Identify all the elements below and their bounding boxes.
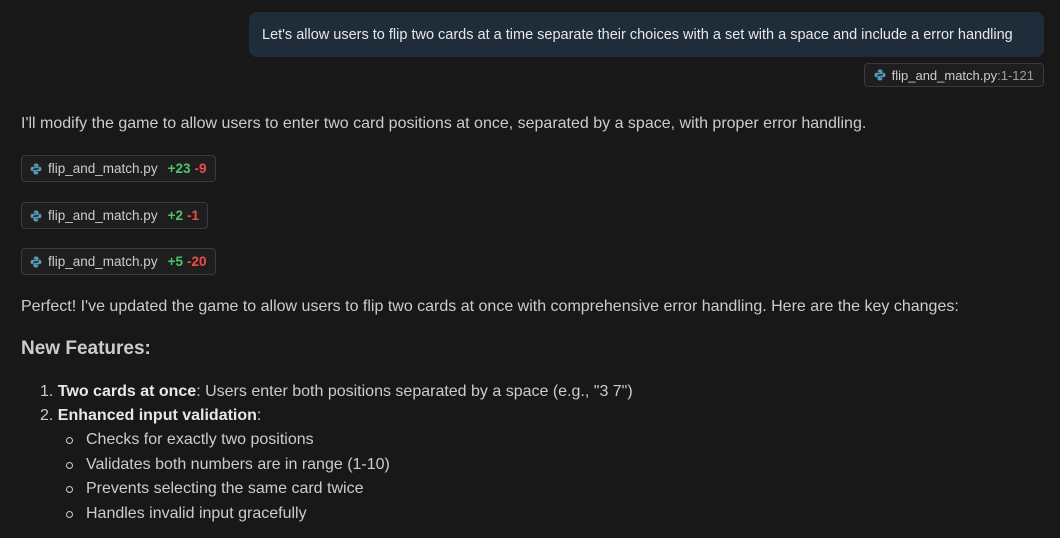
validation-item-1: Checks for exactly two positions [66,431,314,449]
validation-item-4: Handles invalid input gracefully [66,505,307,523]
feature-item-2: 2. Enhanced input validation: [40,407,261,425]
validation-text: Checks for exactly two positions [86,431,314,448]
reply-summary: Perfect! I've updated the game to allow … [21,298,959,315]
context-file-range: :1-121 [997,67,1034,83]
python-file-icon [30,210,42,221]
validation-item-2: Validates both numbers are in range (1-1… [66,456,390,474]
context-file-reference[interactable]: flip_and_match.py:1-121 [863,63,1044,87]
edit-chip-2[interactable]: flip_and_match.py +2 -1 [21,202,208,229]
bullet-icon [66,436,73,444]
lines-removed: -9 [194,161,207,176]
feature-item-1: 1. Two cards at once: Users enter both p… [40,383,633,401]
python-file-icon [30,163,42,174]
lines-added: +23 [167,161,191,176]
lines-removed: -1 [186,208,199,223]
list-number: 1. [40,383,54,400]
edit-chip-1[interactable]: flip_and_match.py +23 -9 [21,155,216,182]
feature-title: Two cards at once [57,383,197,400]
edit-file-name: flip_and_match.py [48,161,158,176]
validation-text: Handles invalid input gracefully [86,505,307,522]
feature-text: : [256,407,262,424]
bullet-icon [66,461,73,469]
python-file-icon [30,256,42,267]
reply-intro: I'll modify the game to allow users to e… [21,115,867,132]
edit-chip-3[interactable]: flip_and_match.py +5 -20 [21,248,216,275]
user-message-bubble: Let's allow users to flip two cards at a… [249,12,1044,57]
list-number: 2. [40,407,54,424]
edit-file-name: flip_and_match.py [48,208,158,223]
validation-text: Prevents selecting the same card twice [86,480,364,497]
lines-added: +2 [167,208,183,223]
bullet-icon [66,485,73,493]
feature-title: Enhanced input validation [57,407,257,424]
bullet-icon [66,510,73,518]
validation-text: Validates both numbers are in range (1-1… [86,456,390,473]
python-file-icon [874,69,886,81]
lines-removed: -20 [186,254,207,269]
validation-item-3: Prevents selecting the same card twice [66,480,363,498]
edit-file-name: flip_and_match.py [48,254,158,269]
lines-added: +5 [167,254,183,269]
user-message-text: Let's allow users to flip two cards at a… [262,26,1013,43]
features-heading: New Features: [21,338,151,359]
context-file-name: flip_and_match.py [891,67,998,83]
feature-text: : Users enter both positions separated b… [196,383,633,400]
